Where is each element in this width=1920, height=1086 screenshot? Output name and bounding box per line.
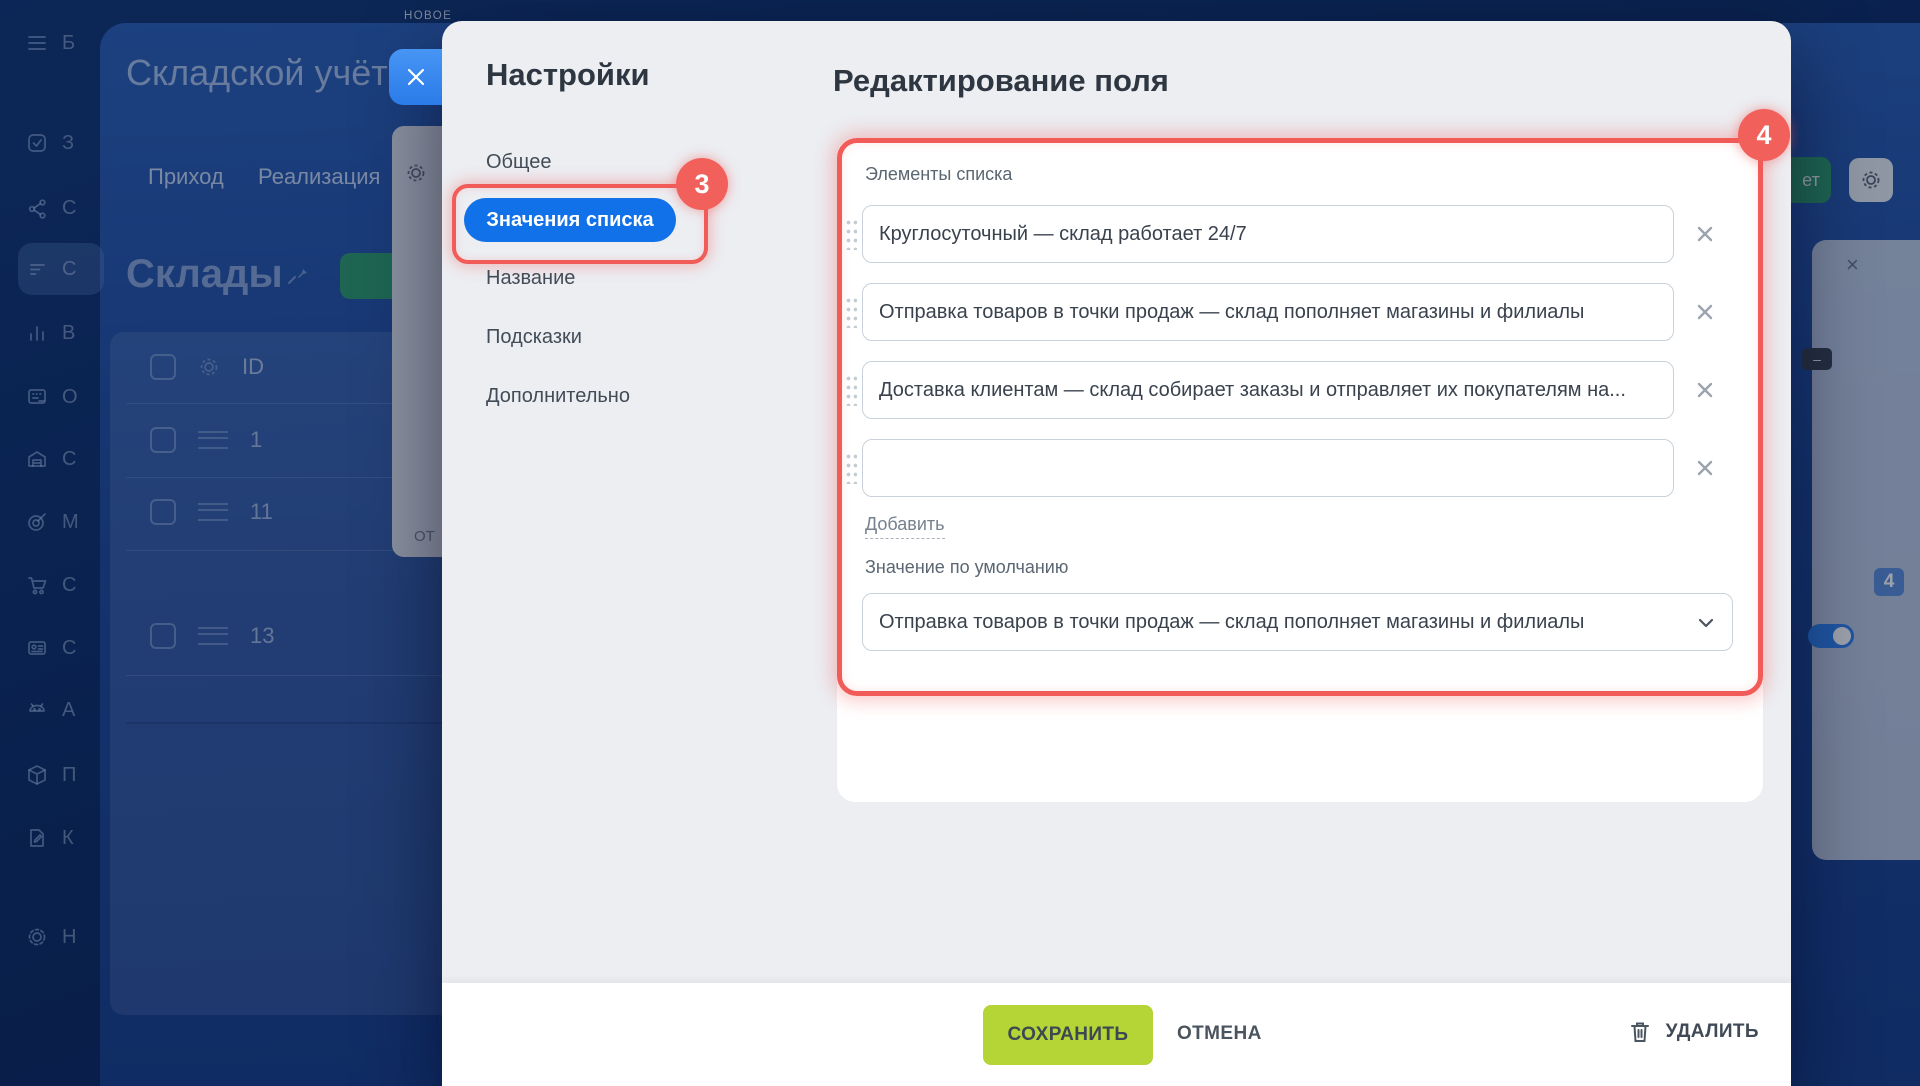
modal-close-button[interactable] xyxy=(389,49,442,105)
remove-item-button[interactable] xyxy=(1696,381,1714,399)
list-item-input[interactable] xyxy=(862,361,1674,419)
default-value-select[interactable]: Отправка товаров в точки продаж — склад … xyxy=(862,593,1733,651)
save-button[interactable]: СОХРАНИТЬ xyxy=(983,1005,1153,1065)
delete-button[interactable]: УДАЛИТЬ xyxy=(1630,1021,1759,1043)
x-icon xyxy=(1696,225,1714,243)
annotation-step-4: 4 xyxy=(1738,109,1790,161)
trash-icon xyxy=(1630,1021,1650,1043)
close-icon xyxy=(405,66,427,88)
default-value-text: Отправка товаров в точки продаж — склад … xyxy=(879,611,1584,634)
cancel-button[interactable]: ОТМЕНА xyxy=(1177,1023,1262,1045)
modal-nav-title: Настройки xyxy=(486,57,650,93)
list-item-input[interactable] xyxy=(862,439,1674,497)
remove-item-button[interactable] xyxy=(1696,225,1714,243)
nav-item-extra[interactable]: Дополнительно xyxy=(486,385,630,408)
x-icon xyxy=(1696,381,1714,399)
modal-footer: СОХРАНИТЬ ОТМЕНА УДАЛИТЬ xyxy=(442,983,1791,1086)
add-item-link[interactable]: Добавить xyxy=(865,514,945,539)
drag-handle-icon[interactable] xyxy=(845,218,857,250)
remove-item-button[interactable] xyxy=(1696,303,1714,321)
x-icon xyxy=(1696,303,1714,321)
nav-item-name[interactable]: Название xyxy=(486,267,575,290)
list-item-input[interactable] xyxy=(862,283,1674,341)
nav-item-hints[interactable]: Подсказки xyxy=(486,326,582,349)
annotation-step-3: 3 xyxy=(676,158,728,210)
drag-handle-icon[interactable] xyxy=(845,452,857,484)
x-icon xyxy=(1696,459,1714,477)
default-value-label: Значение по умолчанию xyxy=(865,557,1068,578)
settings-modal: Настройки Общее Значения списка Название… xyxy=(442,21,1791,1086)
delete-label: УДАЛИТЬ xyxy=(1666,1021,1759,1043)
nav-item-list-values-active[interactable]: Значения списка xyxy=(464,198,676,242)
drag-handle-icon[interactable] xyxy=(845,296,857,328)
list-item-input[interactable] xyxy=(862,205,1674,263)
screen: Б З С С В О С М С С А П xyxy=(0,0,1920,1086)
field-form-card: Элементы списка Добавить Значение по умо… xyxy=(837,138,1763,802)
remove-item-button[interactable] xyxy=(1696,459,1714,477)
modal-content-title: Редактирование поля xyxy=(833,63,1169,99)
drag-handle-icon[interactable] xyxy=(845,374,857,406)
nav-item-general[interactable]: Общее xyxy=(486,151,552,174)
chevron-down-icon xyxy=(1698,618,1714,628)
list-items-label: Элементы списка xyxy=(865,164,1012,185)
